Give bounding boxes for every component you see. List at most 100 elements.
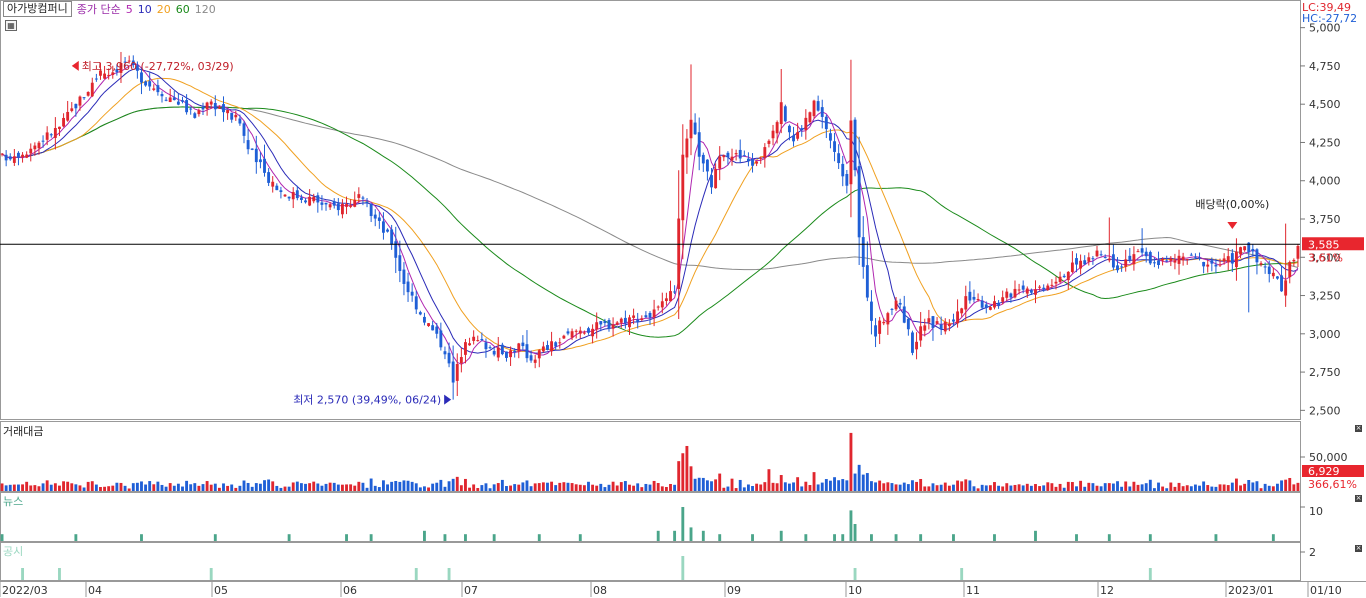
candle <box>1177 249 1181 275</box>
candle <box>238 114 242 126</box>
candle <box>1243 246 1247 252</box>
volume-bar <box>468 487 471 491</box>
candle <box>78 95 82 111</box>
settings-grid-icon[interactable]: ▦ <box>5 20 17 31</box>
volume-bar <box>816 484 820 491</box>
candle <box>377 212 381 229</box>
candle-body <box>447 352 451 364</box>
candle <box>525 330 529 363</box>
candle <box>968 281 972 304</box>
dividend-annotation: 배당락(0,00%) <box>1195 198 1269 211</box>
volume-bar <box>53 483 57 491</box>
candle-body <box>1226 256 1230 263</box>
stock-name[interactable]: 아가방컴퍼니 <box>3 1 72 17</box>
ma-10-label[interactable]: 10 <box>138 3 152 16</box>
volume-bar <box>570 483 574 491</box>
volume-bar <box>521 482 525 491</box>
candle <box>751 153 754 173</box>
candle-body <box>976 298 980 301</box>
candle-body <box>603 321 607 324</box>
volume-bar <box>70 483 74 491</box>
volume-bar <box>1017 484 1021 491</box>
candle <box>250 148 254 151</box>
candle-body <box>377 217 381 221</box>
candle-body <box>759 157 763 159</box>
candle-body <box>1083 260 1087 265</box>
news-bar <box>1075 534 1078 541</box>
candle <box>644 311 648 318</box>
volume-bar <box>1058 483 1062 491</box>
volume-bar <box>373 485 377 491</box>
candle <box>582 330 586 335</box>
volume-bar <box>779 475 783 491</box>
candle-body <box>587 328 590 333</box>
candle <box>611 317 615 337</box>
candle-body <box>488 347 492 349</box>
ma-120-label[interactable]: 120 <box>195 3 216 16</box>
volume-bar <box>431 483 435 491</box>
volume-bar <box>976 488 980 491</box>
volume-bar <box>74 484 78 491</box>
x-tick-label: 01/10 <box>1310 584 1342 597</box>
ma-5-label[interactable]: 5 <box>126 3 133 16</box>
volume-bar <box>226 485 230 491</box>
candle-body <box>340 203 344 215</box>
volume-current-label: 6,929 <box>1308 465 1340 478</box>
volume-bar <box>12 484 16 491</box>
disclosure-bar <box>681 556 685 580</box>
candle <box>1181 252 1185 266</box>
news-bar <box>0 534 4 541</box>
volume-bar <box>1152 488 1156 491</box>
ma-label[interactable]: 종가 단순 <box>77 1 121 17</box>
news-bar <box>1271 534 1275 541</box>
candle <box>943 318 947 335</box>
volume-bar <box>0 483 4 491</box>
candle-body <box>628 317 631 328</box>
candle-body <box>70 108 74 111</box>
candle <box>550 331 554 356</box>
volume-bar <box>898 484 902 491</box>
ma-20-label[interactable]: 20 <box>157 3 171 16</box>
volume-bar <box>1066 481 1070 491</box>
candle <box>874 318 877 348</box>
volume-bar <box>623 481 627 491</box>
candle-body <box>841 163 845 177</box>
candle-body <box>1173 260 1177 263</box>
volume-bar <box>127 488 131 491</box>
candle-body <box>1206 264 1210 267</box>
chart-legend: 아가방컴퍼니 종가 단순 5 10 20 60 120 <box>3 1 216 17</box>
candle-body <box>254 148 258 163</box>
volume-bar <box>865 473 869 491</box>
volume-bar <box>238 485 242 491</box>
candle-body <box>595 322 599 330</box>
volume-bar <box>1206 485 1210 491</box>
candle-body <box>189 108 193 110</box>
volume-bar <box>993 482 996 491</box>
candle-body <box>336 203 340 211</box>
candle <box>607 318 611 332</box>
candle-body <box>541 346 545 352</box>
news-bar <box>423 530 426 541</box>
volume-panel-close-icon[interactable]: × <box>1355 425 1362 432</box>
news-panel-close-icon[interactable]: × <box>1355 495 1362 502</box>
candle <box>1070 251 1074 274</box>
volume-bar <box>1046 482 1050 491</box>
candle-body <box>1210 260 1214 264</box>
volume-bar <box>1005 483 1009 491</box>
ma-60-label[interactable]: 60 <box>176 3 190 16</box>
hc-label: HC:-27,72 <box>1302 12 1358 25</box>
volume-bar <box>357 481 361 491</box>
disclosure-panel-close-icon[interactable]: × <box>1355 545 1362 552</box>
candle <box>90 77 94 98</box>
candle-body <box>730 156 734 161</box>
candle-body <box>1189 254 1193 256</box>
volume-bar <box>1083 486 1087 491</box>
stock-chart[interactable]: 5,0004,7504,5004,2504,0003,7503,5003,250… <box>0 0 1366 598</box>
candle <box>1124 249 1128 272</box>
volume-bar <box>1103 483 1107 491</box>
candle <box>304 197 307 204</box>
volume-bar <box>886 482 890 491</box>
candle-body <box>574 330 578 332</box>
candle-body <box>201 107 205 110</box>
candle-body <box>878 320 882 334</box>
